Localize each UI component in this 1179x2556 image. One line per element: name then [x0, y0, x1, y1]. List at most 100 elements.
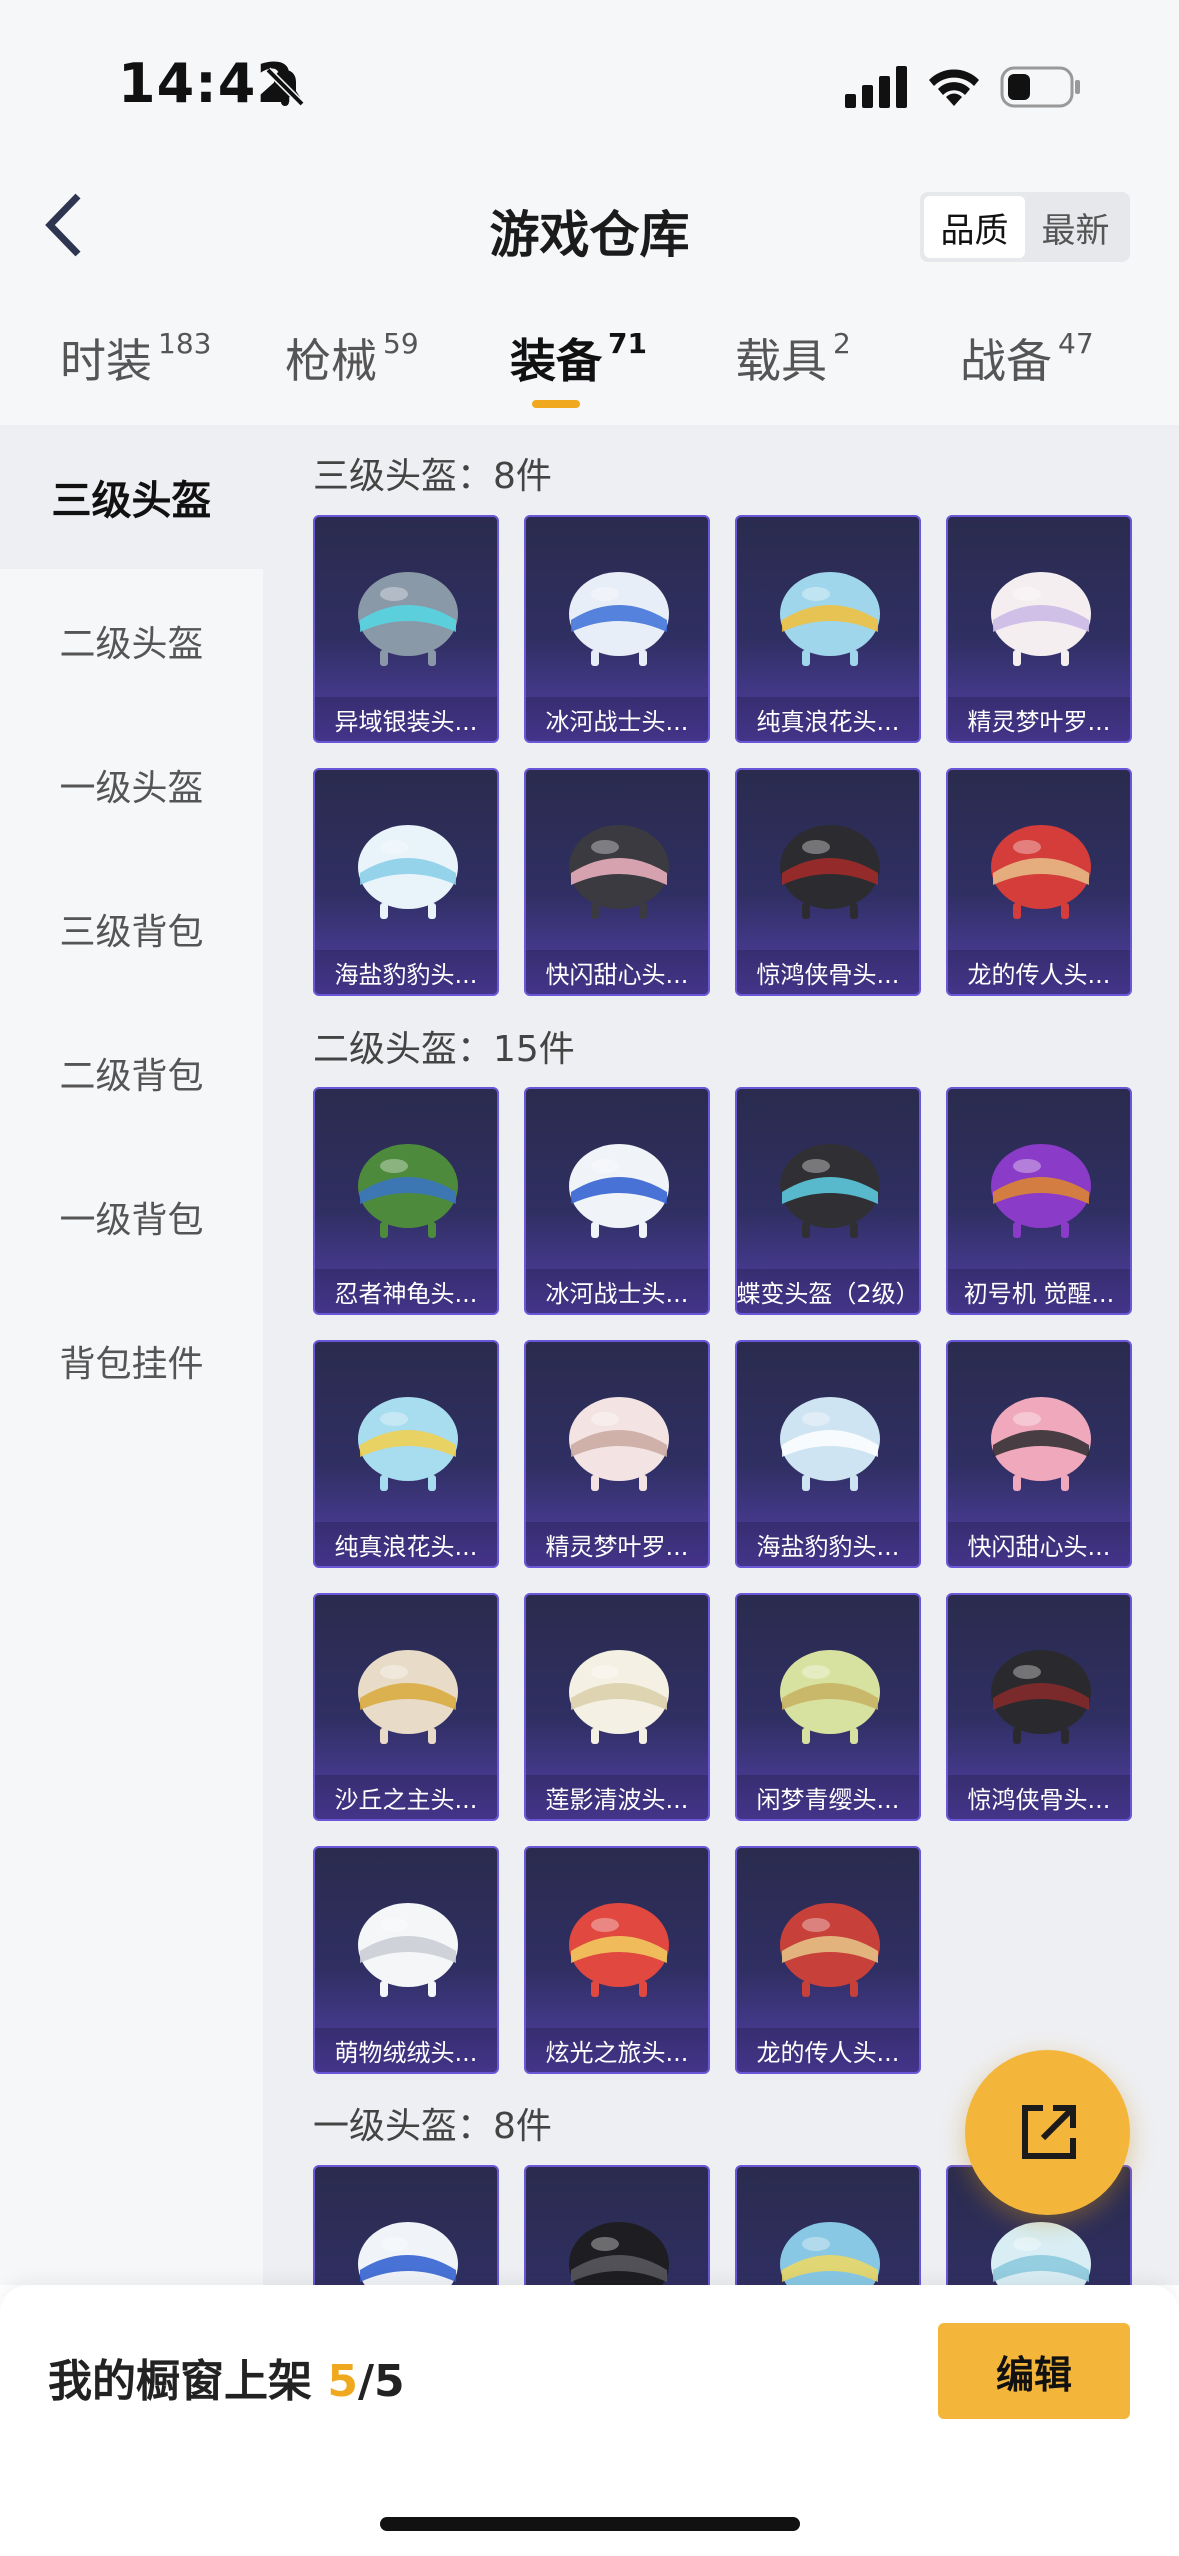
- helmet-icon: [780, 1650, 880, 1744]
- sort-toggle: 品质 最新: [920, 192, 1130, 262]
- showcase-total-count: /5: [357, 2356, 405, 2407]
- item-card[interactable]: 海盐豹豹头...: [735, 1340, 921, 1568]
- item-card[interactable]: 惊鸿侠骨头...: [946, 1593, 1132, 1821]
- item-card[interactable]: 精灵梦叶罗...: [524, 1340, 710, 1568]
- item-card[interactable]: 冰河战士头...: [524, 1087, 710, 1315]
- tab-gear[interactable]: 战备 47: [960, 325, 1094, 391]
- item-name: 龙的传人头...: [948, 950, 1130, 994]
- section-title-level2: 二级头盔：15件: [313, 1029, 575, 1070]
- helmet-icon: [569, 825, 669, 919]
- item-card[interactable]: 闲梦青缨头...: [735, 1593, 921, 1821]
- item-card[interactable]: 蝶变头盔（2级）: [735, 1087, 921, 1315]
- item-name: 蝶变头盔（2级）: [737, 1269, 919, 1313]
- item-card[interactable]: [735, 2165, 921, 2285]
- sidebar-item-level3-helmet[interactable]: 三级头盔: [0, 425, 263, 569]
- item-card[interactable]: 精灵梦叶罗...: [946, 515, 1132, 743]
- share-icon: [1021, 2104, 1076, 2159]
- header: 游戏仓库 品质 最新: [0, 150, 1179, 275]
- tab-label: 时装: [60, 334, 152, 388]
- item-name: 惊鸿侠骨头...: [737, 950, 919, 994]
- sidebar-item-level1-helmet[interactable]: 一级头盔: [0, 713, 263, 857]
- helmet-icon: [991, 572, 1091, 666]
- helmet-icon: [358, 1650, 458, 1744]
- helmet-icon: [569, 1397, 669, 1491]
- tab-weapons[interactable]: 枪械 59: [285, 325, 419, 391]
- helmet-icon: [991, 2222, 1091, 2285]
- battery-icon: [1000, 66, 1080, 108]
- sidebar-item-level2-helmet[interactable]: 二级头盔: [0, 569, 263, 713]
- tab-label: 枪械: [285, 334, 377, 388]
- tab-equipment[interactable]: 装备 71: [510, 325, 647, 391]
- item-card[interactable]: 忍者神龟头...: [313, 1087, 499, 1315]
- item-card[interactable]: 冰河战士头...: [524, 515, 710, 743]
- item-card[interactable]: 异域银装头...: [313, 515, 499, 743]
- item-card[interactable]: 初号机 觉醒...: [946, 1087, 1132, 1315]
- category-tabs: 时装 183 枪械 59 装备 71 载具 2 战备 47: [0, 275, 1179, 425]
- item-card[interactable]: 海盐豹豹头...: [313, 768, 499, 996]
- home-indicator: [380, 2517, 800, 2531]
- signal-icon: [845, 66, 907, 108]
- status-bar: 14:42: [0, 0, 1179, 150]
- item-name: 纯真浪花头...: [737, 697, 919, 741]
- tab-count: 47: [1058, 327, 1094, 360]
- helmet-icon: [780, 1903, 880, 1997]
- tab-count: 71: [608, 327, 647, 360]
- section-title-level3: 三级头盔：8件: [313, 456, 552, 497]
- item-card[interactable]: 莲影清波头...: [524, 1593, 710, 1821]
- item-name: 冰河战士头...: [526, 697, 708, 741]
- item-card[interactable]: 龙的传人头...: [946, 768, 1132, 996]
- item-card[interactable]: 萌物绒绒头...: [313, 1846, 499, 2074]
- item-card[interactable]: 纯真浪花头...: [735, 515, 921, 743]
- tab-label: 战备: [960, 334, 1052, 388]
- sidebar-item-level3-backpack[interactable]: 三级背包: [0, 857, 263, 1001]
- item-card[interactable]: [313, 2165, 499, 2285]
- item-name: 龙的传人头...: [737, 2028, 919, 2072]
- tab-vehicles[interactable]: 载具 2: [735, 325, 851, 391]
- active-tab-indicator: [532, 400, 580, 408]
- helmet-icon: [780, 1397, 880, 1491]
- item-name: 惊鸿侠骨头...: [948, 1775, 1130, 1819]
- item-name: 精灵梦叶罗...: [948, 697, 1130, 741]
- sort-quality-button[interactable]: 品质: [924, 196, 1025, 258]
- item-name: 初号机 觉醒...: [948, 1269, 1130, 1313]
- helmet-icon: [569, 1903, 669, 1997]
- helmet-icon: [569, 572, 669, 666]
- helmet-icon: [991, 1650, 1091, 1744]
- sidebar-item-level2-backpack[interactable]: 二级背包: [0, 1001, 263, 1145]
- sidebar: 三级头盔 二级头盔 一级头盔 三级背包 二级背包 一级背包 背包挂件: [0, 425, 263, 2285]
- helmet-icon: [780, 2222, 880, 2285]
- item-name: 异域银装头...: [315, 697, 497, 741]
- tab-count: 183: [158, 327, 212, 360]
- item-card[interactable]: 惊鸿侠骨头...: [735, 768, 921, 996]
- tab-label: 载具: [735, 334, 827, 388]
- helmet-icon: [991, 825, 1091, 919]
- item-card[interactable]: 龙的传人头...: [735, 1846, 921, 2074]
- sidebar-item-level1-backpack[interactable]: 一级背包: [0, 1145, 263, 1289]
- sidebar-item-backpack-charm[interactable]: 背包挂件: [0, 1289, 263, 1433]
- helmet-icon: [358, 1903, 458, 1997]
- item-card[interactable]: 炫光之旅头...: [524, 1846, 710, 2074]
- tab-fashion[interactable]: 时装 183: [60, 325, 211, 391]
- helmet-icon: [569, 2222, 669, 2285]
- tab-count: 59: [383, 327, 419, 360]
- item-card[interactable]: [524, 2165, 710, 2285]
- edit-button[interactable]: 编辑: [938, 2323, 1130, 2419]
- helmet-icon: [358, 825, 458, 919]
- item-name: 沙丘之主头...: [315, 1775, 497, 1819]
- share-button[interactable]: [965, 2050, 1130, 2215]
- tab-label: 装备: [510, 334, 602, 388]
- helmet-icon: [780, 572, 880, 666]
- item-card[interactable]: 纯真浪花头...: [313, 1340, 499, 1568]
- bottom-bar: 我的橱窗上架 5/5 编辑: [0, 2285, 1179, 2556]
- item-card[interactable]: 沙丘之主头...: [313, 1593, 499, 1821]
- helmet-icon: [358, 1397, 458, 1491]
- item-grid: 三级头盔：8件 二级头盔：15件 一级头盔：8件 异域银装头... 冰河战士头..…: [263, 425, 1179, 2285]
- helmet-icon: [991, 1397, 1091, 1491]
- item-name: 莲影清波头...: [526, 1775, 708, 1819]
- item-card[interactable]: 快闪甜心头...: [524, 768, 710, 996]
- item-card[interactable]: 快闪甜心头...: [946, 1340, 1132, 1568]
- showcase-label: 我的橱窗上架: [48, 2356, 312, 2407]
- sort-newest-button[interactable]: 最新: [1025, 196, 1126, 258]
- section-title-level1: 一级头盔：8件: [313, 2106, 552, 2147]
- helmet-icon: [569, 1144, 669, 1238]
